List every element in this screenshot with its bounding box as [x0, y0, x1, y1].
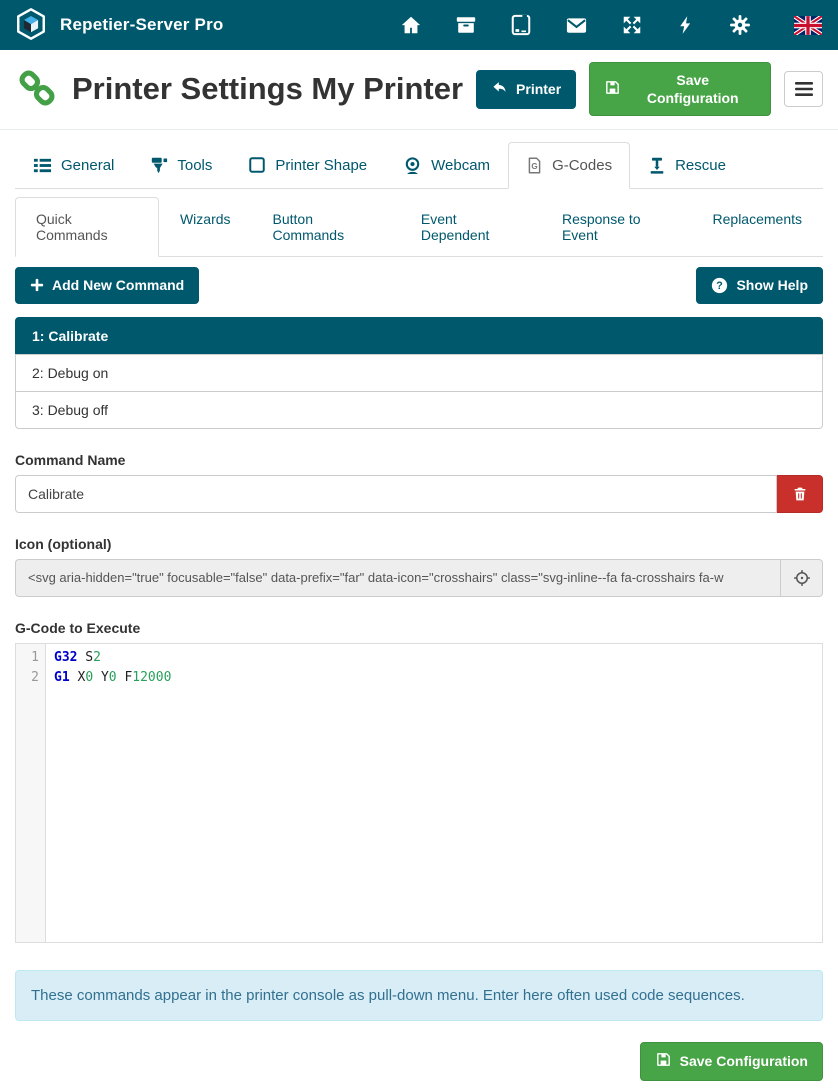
icon-field-group — [15, 559, 823, 597]
main-content: General Tools Printer Shape Webcam G G-C… — [0, 142, 838, 1088]
floppy-save-icon — [655, 1051, 672, 1072]
icon-optional-label: Icon (optional) — [15, 536, 823, 552]
expand-arrows-icon[interactable] — [621, 14, 643, 36]
gcode-editor-gutter: 12 — [16, 644, 46, 942]
question-circle-icon: ? — [711, 277, 728, 294]
envelope-icon[interactable] — [565, 14, 588, 37]
subtab-replacements[interactable]: Replacements — [692, 197, 824, 256]
page-title: Printer Settings My Printer — [72, 71, 463, 107]
flag-uk-icon[interactable] — [794, 16, 822, 35]
show-help-button[interactable]: ? Show Help — [696, 267, 823, 303]
subtab-wizards[interactable]: Wizards — [159, 197, 252, 256]
subtab-event-dependent[interactable]: Event Dependent — [400, 197, 541, 256]
list-icon — [33, 156, 52, 175]
gcode-editor[interactable]: 12 G32 S2G1 X0 Y0 F12000 — [15, 643, 823, 943]
tab-webcam[interactable]: Webcam — [385, 142, 508, 188]
delete-command-button[interactable] — [777, 475, 823, 513]
subtab-button-commands[interactable]: Button Commands — [252, 197, 400, 256]
icon-svg-input[interactable] — [15, 559, 781, 597]
navbar-icons — [400, 14, 824, 37]
brand[interactable]: Repetier-Server Pro — [14, 7, 223, 44]
extruder-icon — [150, 156, 168, 174]
hamburger-menu-button[interactable] — [784, 71, 823, 107]
link-icon — [15, 66, 59, 113]
svg-text:?: ? — [717, 280, 723, 292]
icon-preview-addon — [781, 559, 823, 597]
command-list-item-debug-on[interactable]: 2: Debug on — [15, 354, 823, 392]
archive-box-icon[interactable] — [455, 14, 477, 36]
gear-icon[interactable] — [729, 14, 751, 36]
subtab-response-to-event[interactable]: Response to Event — [541, 197, 692, 256]
plus-icon — [30, 278, 44, 292]
webcam-icon — [403, 156, 422, 175]
brand-name: Repetier-Server Pro — [60, 15, 223, 35]
gcode-editor-lines[interactable]: G32 S2G1 X0 Y0 F12000 — [46, 644, 822, 942]
tab-gcodes[interactable]: G G-Codes — [508, 142, 630, 188]
bolt-icon[interactable] — [676, 14, 696, 36]
toolbar-spacer — [199, 267, 696, 303]
quick-command-list: 1: Calibrate 2: Debug on 3: Debug off — [15, 317, 823, 429]
add-new-command-button[interactable]: Add New Command — [15, 267, 199, 303]
footer-save-configuration-button[interactable]: Save Configuration — [640, 1042, 823, 1081]
repetier-logo-icon — [14, 7, 48, 44]
printer-back-button[interactable]: Printer — [476, 70, 576, 109]
command-list-item-calibrate[interactable]: 1: Calibrate — [15, 317, 823, 355]
z-probe-icon — [648, 156, 666, 174]
svg-text:G: G — [531, 162, 537, 171]
subtab-quick-commands[interactable]: Quick Commands — [15, 197, 159, 256]
print-bed-icon[interactable] — [510, 14, 532, 36]
hamburger-icon — [795, 82, 813, 96]
commands-toolbar: Add New Command ? Show Help — [15, 267, 823, 303]
footer-bar: Save Configuration — [15, 1042, 823, 1089]
command-list-item-debug-off[interactable]: 3: Debug off — [15, 391, 823, 429]
gcodes-sub-tabs: Quick Commands Wizards Button Commands E… — [15, 197, 823, 257]
tab-general[interactable]: General — [15, 142, 132, 188]
command-name-group — [15, 475, 823, 513]
tab-printer-shape[interactable]: Printer Shape — [230, 142, 385, 188]
tab-tools[interactable]: Tools — [132, 142, 230, 188]
save-configuration-button[interactable]: Save Configuration — [589, 62, 771, 116]
top-navbar: Repetier-Server Pro — [0, 0, 838, 50]
trash-icon — [792, 485, 808, 503]
square-outline-icon — [248, 156, 266, 174]
info-message-box: These commands appear in the printer con… — [15, 970, 823, 1021]
settings-tabs: General Tools Printer Shape Webcam G G-C… — [15, 142, 823, 189]
tab-rescue[interactable]: Rescue — [630, 142, 744, 188]
crosshairs-icon — [793, 569, 811, 587]
floppy-save-icon — [604, 79, 621, 100]
home-icon[interactable] — [400, 14, 422, 36]
command-name-label: Command Name — [15, 452, 823, 468]
gcode-label: G-Code to Execute — [15, 620, 823, 636]
command-name-input[interactable] — [15, 475, 777, 513]
page-header: Printer Settings My Printer Printer Save… — [0, 50, 838, 130]
gcode-file-icon: G — [526, 156, 543, 175]
reply-arrow-icon — [491, 79, 508, 100]
